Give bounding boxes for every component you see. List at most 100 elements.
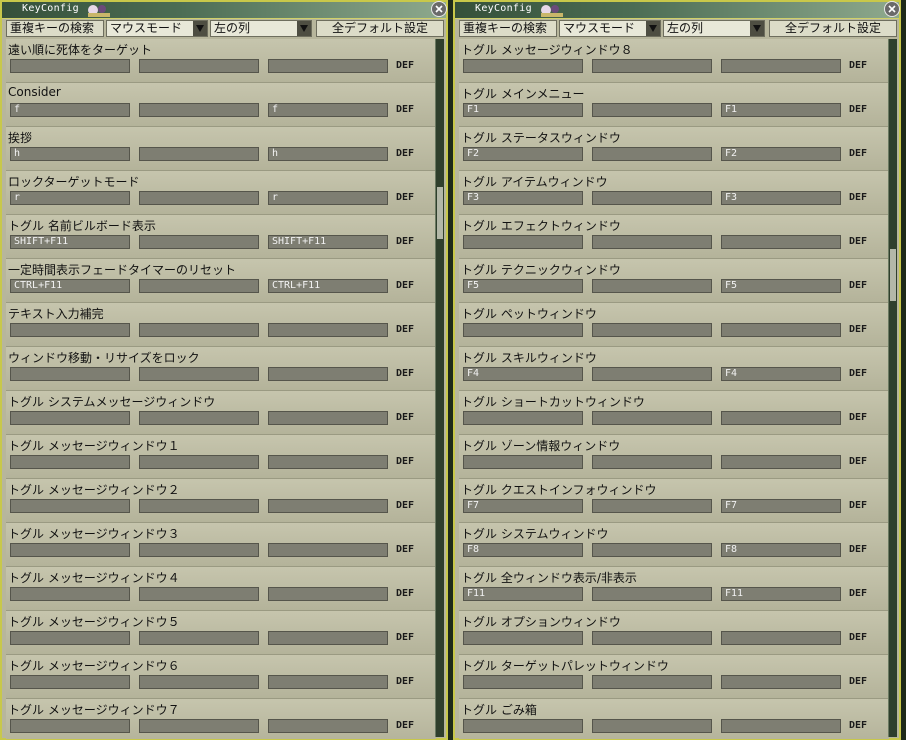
key-slot-2[interactable] <box>139 191 259 205</box>
default-button[interactable]: DEF <box>849 104 867 115</box>
default-button[interactable]: DEF <box>849 500 867 511</box>
scrollbar[interactable] <box>435 39 444 737</box>
default-button[interactable]: DEF <box>396 720 414 731</box>
key-slot-2[interactable] <box>139 147 259 161</box>
all-default-button[interactable]: 全デフォルト設定 <box>316 20 444 37</box>
key-slot-1[interactable]: SHIFT+F11 <box>10 235 130 249</box>
key-slot-2[interactable] <box>139 323 259 337</box>
key-slot-2[interactable] <box>139 631 259 645</box>
key-slot-2[interactable] <box>592 279 712 293</box>
key-slot-1[interactable] <box>463 323 583 337</box>
default-button[interactable]: DEF <box>396 676 414 687</box>
close-button[interactable] <box>884 1 900 17</box>
default-button[interactable]: DEF <box>396 236 414 247</box>
key-slot-2[interactable] <box>139 543 259 557</box>
title-bar[interactable]: KeyConfig <box>2 1 447 19</box>
key-slot-1[interactable]: F11 <box>463 587 583 601</box>
key-slot-1[interactable]: F1 <box>463 103 583 117</box>
default-button[interactable]: DEF <box>396 544 414 555</box>
scrollbar[interactable] <box>888 39 897 737</box>
key-slot-1[interactable] <box>10 719 130 733</box>
key-slot-1[interactable] <box>463 719 583 733</box>
key-slot-2[interactable] <box>139 587 259 601</box>
default-button[interactable]: DEF <box>849 236 867 247</box>
key-slot-3[interactable]: F5 <box>721 279 841 293</box>
scrollbar-thumb[interactable] <box>437 187 443 239</box>
key-slot-1[interactable]: F4 <box>463 367 583 381</box>
key-slot-2[interactable] <box>139 455 259 469</box>
default-button[interactable]: DEF <box>849 368 867 379</box>
key-slot-1[interactable] <box>10 411 130 425</box>
key-slot-1[interactable] <box>463 411 583 425</box>
key-slot-1[interactable] <box>463 59 583 73</box>
default-button[interactable]: DEF <box>849 192 867 203</box>
column-select[interactable]: 左の列 <box>663 20 765 37</box>
default-button[interactable]: DEF <box>849 676 867 687</box>
key-slot-2[interactable] <box>592 367 712 381</box>
default-button[interactable]: DEF <box>396 632 414 643</box>
default-button[interactable]: DEF <box>396 104 414 115</box>
default-button[interactable]: DEF <box>849 60 867 71</box>
key-slot-3[interactable]: F7 <box>721 499 841 513</box>
column-select[interactable]: 左の列 <box>210 20 312 37</box>
key-slot-3[interactable] <box>721 235 841 249</box>
default-button[interactable]: DEF <box>396 192 414 203</box>
key-slot-1[interactable] <box>10 59 130 73</box>
key-slot-2[interactable] <box>139 59 259 73</box>
key-slot-3[interactable] <box>721 323 841 337</box>
key-slot-1[interactable] <box>10 675 130 689</box>
default-button[interactable]: DEF <box>849 632 867 643</box>
key-slot-1[interactable]: F2 <box>463 147 583 161</box>
key-slot-1[interactable] <box>10 323 130 337</box>
key-slot-2[interactable] <box>592 455 712 469</box>
default-button[interactable]: DEF <box>396 500 414 511</box>
key-slot-1[interactable]: CTRL+F11 <box>10 279 130 293</box>
key-slot-1[interactable] <box>10 367 130 381</box>
default-button[interactable]: DEF <box>396 324 414 335</box>
key-slot-3[interactable]: F3 <box>721 191 841 205</box>
key-slot-3[interactable] <box>268 411 388 425</box>
key-slot-1[interactable] <box>463 235 583 249</box>
key-slot-3[interactable]: F11 <box>721 587 841 601</box>
key-slot-1[interactable]: F5 <box>463 279 583 293</box>
key-slot-3[interactable] <box>268 719 388 733</box>
key-slot-3[interactable] <box>721 59 841 73</box>
default-button[interactable]: DEF <box>849 324 867 335</box>
key-slot-3[interactable]: SHIFT+F11 <box>268 235 388 249</box>
key-slot-3[interactable]: CTRL+F11 <box>268 279 388 293</box>
key-slot-3[interactable]: h <box>268 147 388 161</box>
key-slot-3[interactable]: F1 <box>721 103 841 117</box>
key-slot-1[interactable]: h <box>10 147 130 161</box>
key-slot-1[interactable]: F3 <box>463 191 583 205</box>
key-slot-2[interactable] <box>592 543 712 557</box>
key-slot-3[interactable]: f <box>268 103 388 117</box>
key-slot-2[interactable] <box>592 235 712 249</box>
key-slot-2[interactable] <box>592 323 712 337</box>
key-slot-2[interactable] <box>592 147 712 161</box>
key-slot-1[interactable] <box>463 455 583 469</box>
key-slot-3[interactable] <box>721 631 841 645</box>
key-slot-3[interactable] <box>721 411 841 425</box>
default-button[interactable]: DEF <box>396 280 414 291</box>
key-slot-3[interactable] <box>268 323 388 337</box>
duplicate-key-search-button[interactable]: 重複キーの検索 <box>459 20 557 37</box>
key-slot-1[interactable]: F7 <box>463 499 583 513</box>
key-slot-3[interactable] <box>268 455 388 469</box>
key-slot-1[interactable] <box>10 543 130 557</box>
key-slot-3[interactable]: F8 <box>721 543 841 557</box>
key-slot-2[interactable] <box>139 235 259 249</box>
key-slot-1[interactable] <box>463 631 583 645</box>
mode-select[interactable]: マウスモード <box>559 20 661 37</box>
key-slot-3[interactable] <box>268 59 388 73</box>
key-slot-3[interactable]: F4 <box>721 367 841 381</box>
key-slot-1[interactable]: r <box>10 191 130 205</box>
scrollbar-thumb[interactable] <box>890 249 896 301</box>
key-slot-1[interactable] <box>10 587 130 601</box>
key-slot-3[interactable] <box>268 367 388 381</box>
duplicate-key-search-button[interactable]: 重複キーの検索 <box>6 20 104 37</box>
key-slot-2[interactable] <box>139 103 259 117</box>
key-slot-2[interactable] <box>592 411 712 425</box>
key-slot-3[interactable] <box>268 587 388 601</box>
default-button[interactable]: DEF <box>849 720 867 731</box>
default-button[interactable]: DEF <box>396 588 414 599</box>
